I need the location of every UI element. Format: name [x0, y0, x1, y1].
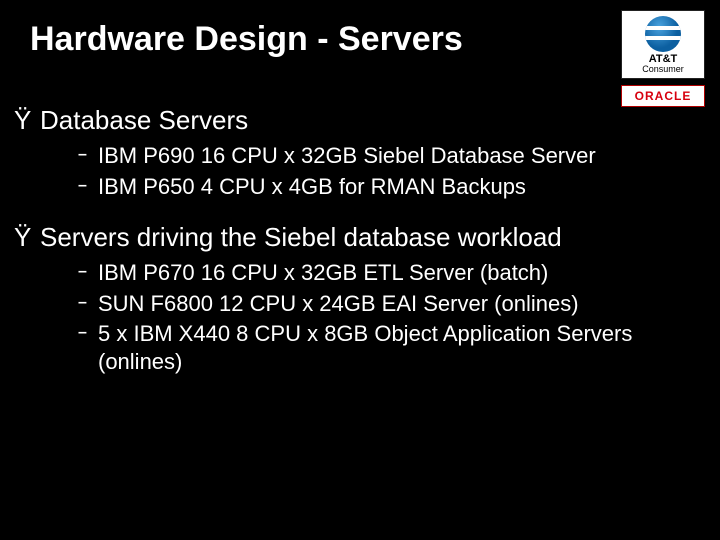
- bullet-icon: Ÿ: [14, 107, 40, 133]
- att-globe-icon: [645, 16, 681, 52]
- list-item-text: IBM P670 16 CPU x 32GB ETL Server (batch…: [98, 259, 706, 287]
- list-item-text: SUN F6800 12 CPU x 24GB EAI Server (onli…: [98, 290, 706, 318]
- list-item-text: IBM P690 16 CPU x 32GB Siebel Database S…: [98, 142, 706, 170]
- list-item-text: IBM P650 4 CPU x 4GB for RMAN Backups: [98, 173, 706, 201]
- section-heading-text: Servers driving the Siebel database work…: [40, 222, 562, 253]
- list-item: – IBM P650 4 CPU x 4GB for RMAN Backups: [78, 173, 706, 201]
- dash-icon: –: [78, 259, 98, 285]
- section-workload-servers: Ÿ Servers driving the Siebel database wo…: [14, 222, 706, 375]
- list-item: – SUN F6800 12 CPU x 24GB EAI Server (on…: [78, 290, 706, 318]
- att-logo-subtext: Consumer: [642, 65, 684, 74]
- att-logo-text: AT&T: [649, 54, 678, 65]
- slide-body: Ÿ Database Servers – IBM P690 16 CPU x 3…: [14, 105, 706, 397]
- section-heading: Ÿ Servers driving the Siebel database wo…: [14, 222, 706, 253]
- dash-icon: –: [78, 173, 98, 199]
- att-logo: AT&T Consumer: [621, 10, 705, 79]
- list-item-text: 5 x IBM X440 8 CPU x 8GB Object Applicat…: [98, 320, 706, 375]
- dash-icon: –: [78, 320, 98, 346]
- section-database-servers: Ÿ Database Servers – IBM P690 16 CPU x 3…: [14, 105, 706, 200]
- slide-title: Hardware Design - Servers: [30, 20, 463, 59]
- section-heading-text: Database Servers: [40, 105, 248, 136]
- dash-icon: –: [78, 142, 98, 168]
- oracle-logo-text: ORACLE: [635, 89, 692, 103]
- section-heading: Ÿ Database Servers: [14, 105, 706, 136]
- list-item: – IBM P690 16 CPU x 32GB Siebel Database…: [78, 142, 706, 170]
- bullet-icon: Ÿ: [14, 224, 40, 250]
- slide: Hardware Design - Servers AT&T Consumer …: [0, 0, 720, 540]
- list-item: – 5 x IBM X440 8 CPU x 8GB Object Applic…: [78, 320, 706, 375]
- oracle-logo: ORACLE: [621, 85, 705, 107]
- logo-stack: AT&T Consumer ORACLE: [620, 10, 706, 107]
- dash-icon: –: [78, 290, 98, 316]
- item-list: – IBM P670 16 CPU x 32GB ETL Server (bat…: [14, 259, 706, 375]
- list-item: – IBM P670 16 CPU x 32GB ETL Server (bat…: [78, 259, 706, 287]
- item-list: – IBM P690 16 CPU x 32GB Siebel Database…: [14, 142, 706, 200]
